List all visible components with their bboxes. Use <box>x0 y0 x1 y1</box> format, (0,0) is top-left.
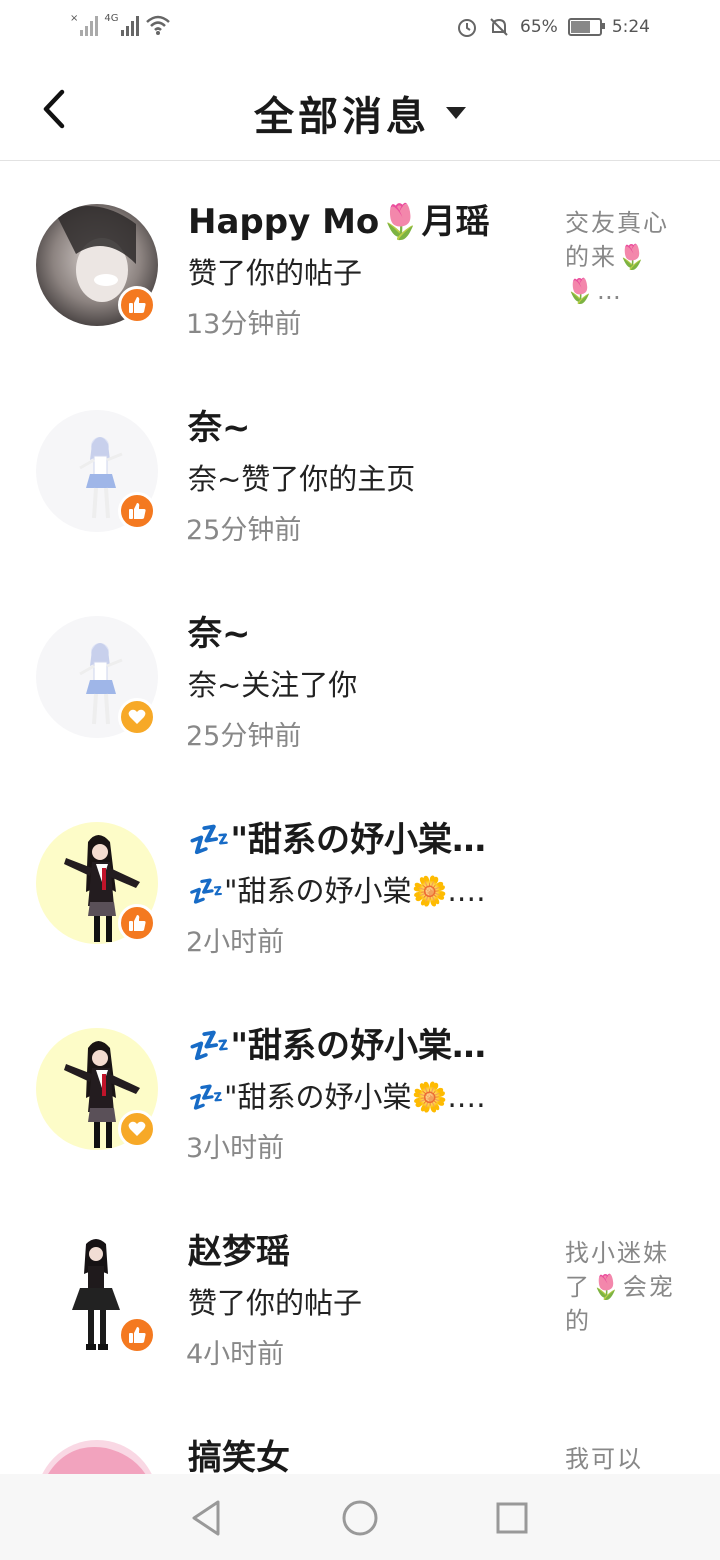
sender-name: Happy Mo🌷月瑶 <box>188 202 490 242</box>
message-text: 赞了你的帖子 <box>188 256 363 290</box>
message-text: 💤"甜系の妤小棠🌼.… <box>188 874 486 908</box>
status-right: 65% 5:24 <box>456 16 650 38</box>
header: 全部消息 <box>0 58 720 161</box>
message-text: 奈~关注了你 <box>188 668 358 702</box>
mute-icon <box>490 18 508 36</box>
page-title: 全部消息 <box>254 94 430 140</box>
triangle-back-icon <box>192 1500 220 1536</box>
message-text: 💤"甜系の妤小棠🌼.… <box>188 1080 486 1114</box>
timestamp: 13分钟前 <box>186 309 302 340</box>
thumbs-up-icon <box>129 503 146 519</box>
nav-back-button[interactable] <box>188 1498 228 1538</box>
message-item[interactable]: 奈~ 奈~赞了你的主页 25分钟前 <box>0 368 720 574</box>
timestamp: 25分钟前 <box>186 721 302 752</box>
clock: 5:24 <box>611 17 650 37</box>
message-text: 赞了你的帖子 <box>188 1286 363 1320</box>
battery-icon <box>567 18 605 36</box>
like-badge <box>118 286 156 324</box>
nav-home-button[interactable] <box>340 1498 380 1538</box>
avatar[interactable] <box>36 1440 158 1474</box>
sender-name: 奈~ <box>188 408 251 448</box>
signal-icon <box>120 14 139 36</box>
message-item[interactable]: Happy Mo🌷月瑶赞了你的帖子 13分钟前 交友真心的来🌷🌷… <box>0 162 720 368</box>
post-preview: 交友真心的来🌷🌷… <box>565 209 669 305</box>
message-list[interactable]: Happy Mo🌷月瑶赞了你的帖子 13分钟前 交友真心的来🌷🌷… 奈~ 奈~赞了你的主… <box>0 162 720 1474</box>
timestamp: 2小时前 <box>186 927 285 958</box>
title-dropdown[interactable]: 全部消息 <box>0 84 720 142</box>
battery-percent: 65% <box>520 17 558 37</box>
message-text: 奈~赞了你的主页 <box>188 462 416 496</box>
signal-icon <box>80 14 99 36</box>
like-badge <box>118 1316 156 1354</box>
timestamp: 25分钟前 <box>186 515 302 546</box>
nav-recents-button[interactable] <box>492 1498 532 1538</box>
heart-icon <box>128 1121 146 1136</box>
network-type: 4G <box>104 13 119 24</box>
sender-name: 💤"甜系の妤小棠… <box>188 1026 487 1066</box>
follow-badge <box>118 1110 156 1148</box>
sender-name: 💤"甜系の妤小棠… <box>188 820 487 860</box>
message-item[interactable]: 奈~ 奈~关注了你 25分钟前 <box>0 574 720 780</box>
timestamp: 3小时前 <box>186 1133 285 1164</box>
message-item[interactable]: 💤"甜系の妤小棠… 💤"甜系の妤小棠🌼.… 3小时前 <box>0 986 720 1192</box>
like-badge <box>118 492 156 530</box>
sender-name: 搞笑女 <box>188 1438 290 1474</box>
message-item[interactable]: 💤"甜系の妤小棠… 💤"甜系の妤小棠🌼.… 2小时前 <box>0 780 720 986</box>
heart-icon <box>128 709 146 724</box>
battery-fill <box>570 21 591 33</box>
post-preview: 找小迷妹了🌷会宠的 <box>565 1239 675 1335</box>
signal-indicators: × 4G <box>70 13 171 36</box>
post-preview: 我可以 <box>565 1445 643 1473</box>
wifi-icon <box>145 15 170 35</box>
message-item[interactable]: 赵梦瑶赞了你的帖子 4小时前 找小迷妹了🌷会宠的 <box>0 1192 720 1398</box>
timestamp: 4小时前 <box>186 1339 285 1370</box>
thumbs-up-icon <box>129 297 146 313</box>
message-item[interactable]: 搞笑女 我可以 <box>0 1398 720 1474</box>
thumbs-up-icon <box>129 1327 146 1343</box>
like-badge <box>118 904 156 942</box>
caret-down-icon <box>446 107 466 119</box>
sender-name: 赵梦瑶 <box>188 1232 290 1272</box>
circle-home-icon <box>342 1500 378 1536</box>
status-bar: × 4G 65% 5:24 <box>0 0 720 58</box>
thumbs-up-icon <box>129 915 146 931</box>
system-nav-bar <box>0 1474 720 1560</box>
no-sim-icon: × <box>70 13 79 24</box>
square-recents-icon <box>496 1502 528 1534</box>
follow-badge <box>118 698 156 736</box>
alarm-icon <box>458 19 477 37</box>
sender-name: 奈~ <box>188 614 251 654</box>
